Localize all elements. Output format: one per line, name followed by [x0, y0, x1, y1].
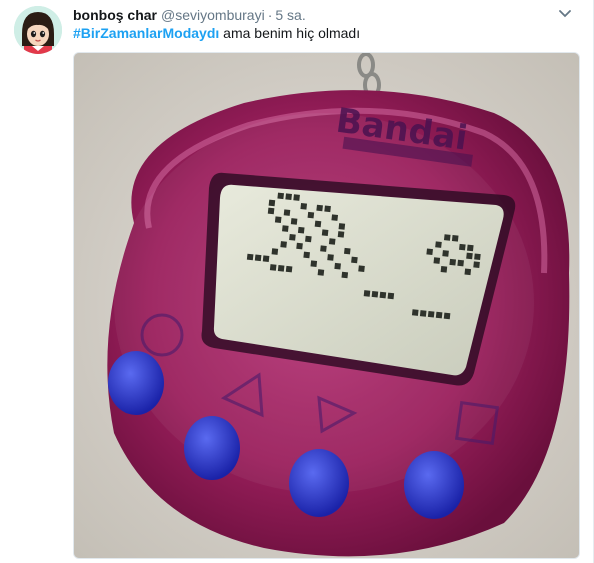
author-handle[interactable]: @seviyomburayi: [161, 7, 265, 23]
tweet-text: #BirZamanlarModaydı ama benim hiç olmadı: [73, 24, 360, 42]
author-name[interactable]: bonboş char: [73, 7, 157, 23]
avatar-image: [14, 6, 62, 54]
tweet-card[interactable]: bonboş char @seviyomburayi · 5 sa. #BirZama…: [0, 0, 594, 563]
tweet-media-photo[interactable]: Bandai: [73, 52, 580, 559]
hashtag-link[interactable]: #BirZamanlarModaydı: [73, 25, 219, 41]
tweet-timestamp[interactable]: 5 sa.: [275, 7, 305, 23]
chevron-down-icon[interactable]: [557, 6, 573, 22]
tweet-header: bonboş char @seviyomburayi · 5 sa.: [73, 6, 573, 24]
tweet-body: ama benim hiç olmadı: [219, 25, 361, 41]
meta-separator: ·: [267, 7, 273, 23]
avatar[interactable]: [14, 6, 62, 54]
tamagotchi-photo: Bandai: [74, 53, 579, 558]
